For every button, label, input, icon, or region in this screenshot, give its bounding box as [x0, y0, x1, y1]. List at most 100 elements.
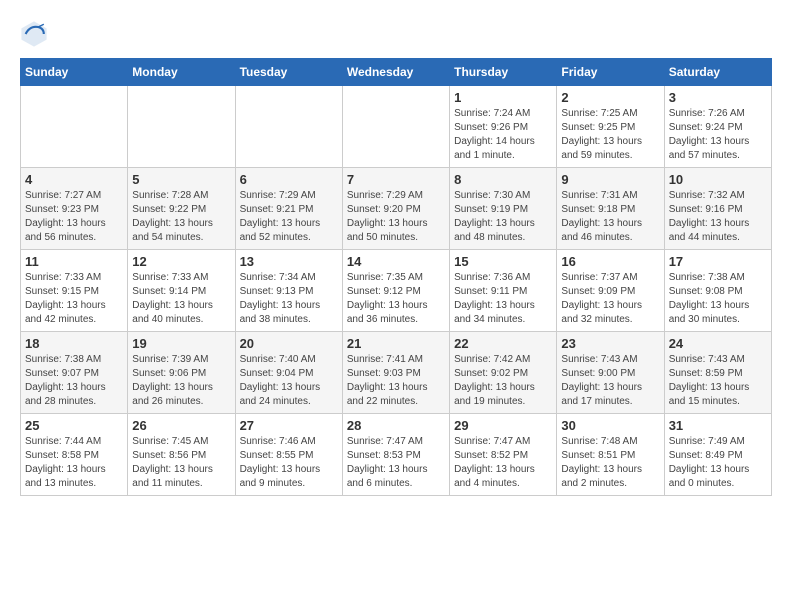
day-info: Sunrise: 7:45 AM Sunset: 8:56 PM Dayligh… [132, 435, 230, 491]
day-info: Sunrise: 7:42 AM Sunset: 9:02 PM Dayligh… [454, 353, 552, 409]
header-day-friday: Friday [557, 59, 664, 86]
logo-icon [20, 20, 48, 48]
page-header [20, 20, 772, 48]
day-info: Sunrise: 7:40 AM Sunset: 9:04 PM Dayligh… [240, 353, 338, 409]
calendar-cell: 10 Sunrise: 7:32 AM Sunset: 9:16 PM Dayli… [664, 168, 771, 250]
calendar-cell: 19 Sunrise: 7:39 AM Sunset: 9:06 PM Dayli… [128, 332, 235, 414]
day-info: Sunrise: 7:34 AM Sunset: 9:13 PM Dayligh… [240, 271, 338, 327]
day-number: 31 [669, 418, 767, 433]
day-number: 26 [132, 418, 230, 433]
day-number: 10 [669, 172, 767, 187]
day-info: Sunrise: 7:26 AM Sunset: 9:24 PM Dayligh… [669, 107, 767, 163]
week-row-4: 18 Sunrise: 7:38 AM Sunset: 9:07 PM Dayli… [21, 332, 772, 414]
day-info: Sunrise: 7:27 AM Sunset: 9:23 PM Dayligh… [25, 189, 123, 245]
calendar-cell: 25 Sunrise: 7:44 AM Sunset: 8:58 PM Dayli… [21, 414, 128, 496]
calendar-cell: 5Sunrise: 7:28 AM Sunset: 9:22 PM Daylig… [128, 168, 235, 250]
day-info: Sunrise: 7:32 AM Sunset: 9:16 PM Dayligh… [669, 189, 767, 245]
calendar-cell: 9Sunrise: 7:31 AM Sunset: 9:18 PM Daylig… [557, 168, 664, 250]
day-number: 19 [132, 336, 230, 351]
calendar-cell: 6 Sunrise: 7:29 AM Sunset: 9:21 PM Daylig… [235, 168, 342, 250]
day-info: Sunrise: 7:44 AM Sunset: 8:58 PM Dayligh… [25, 435, 123, 491]
day-info: Sunrise: 7:37 AM Sunset: 9:09 PM Dayligh… [561, 271, 659, 327]
calendar-cell: 24 Sunrise: 7:43 AM Sunset: 8:59 PM Dayli… [664, 332, 771, 414]
header-day-thursday: Thursday [450, 59, 557, 86]
day-info: Sunrise: 7:46 AM Sunset: 8:55 PM Dayligh… [240, 435, 338, 491]
calendar-cell: 31 Sunrise: 7:49 AM Sunset: 8:49 PM Dayli… [664, 414, 771, 496]
header-day-wednesday: Wednesday [342, 59, 449, 86]
week-row-3: 11 Sunrise: 7:33 AM Sunset: 9:15 PM Dayli… [21, 250, 772, 332]
calendar-cell: 30 Sunrise: 7:48 AM Sunset: 8:51 PM Dayli… [557, 414, 664, 496]
day-number: 7 [347, 172, 445, 187]
calendar-cell: 28Sunrise: 7:47 AM Sunset: 8:53 PM Dayli… [342, 414, 449, 496]
day-info: Sunrise: 7:38 AM Sunset: 9:07 PM Dayligh… [25, 353, 123, 409]
header-day-sunday: Sunday [21, 59, 128, 86]
day-info: Sunrise: 7:47 AM Sunset: 8:53 PM Dayligh… [347, 435, 445, 491]
day-number: 11 [25, 254, 123, 269]
calendar-cell [21, 86, 128, 168]
calendar-cell: 13 Sunrise: 7:34 AM Sunset: 9:13 PM Dayli… [235, 250, 342, 332]
week-row-2: 4 Sunrise: 7:27 AM Sunset: 9:23 PM Daylig… [21, 168, 772, 250]
day-number: 6 [240, 172, 338, 187]
calendar-cell: 18 Sunrise: 7:38 AM Sunset: 9:07 PM Dayli… [21, 332, 128, 414]
day-number: 13 [240, 254, 338, 269]
calendar-cell: 20 Sunrise: 7:40 AM Sunset: 9:04 PM Dayli… [235, 332, 342, 414]
header-day-tuesday: Tuesday [235, 59, 342, 86]
day-number: 17 [669, 254, 767, 269]
day-info: Sunrise: 7:33 AM Sunset: 9:15 PM Dayligh… [25, 271, 123, 327]
day-number: 9 [561, 172, 659, 187]
calendar-cell: 7 Sunrise: 7:29 AM Sunset: 9:20 PM Daylig… [342, 168, 449, 250]
calendar-cell: 12Sunrise: 7:33 AM Sunset: 9:14 PM Dayli… [128, 250, 235, 332]
day-info: Sunrise: 7:30 AM Sunset: 9:19 PM Dayligh… [454, 189, 552, 245]
day-number: 27 [240, 418, 338, 433]
week-row-5: 25 Sunrise: 7:44 AM Sunset: 8:58 PM Dayli… [21, 414, 772, 496]
day-info: Sunrise: 7:24 AM Sunset: 9:26 PM Dayligh… [454, 107, 552, 163]
day-number: 21 [347, 336, 445, 351]
calendar-cell: 15 Sunrise: 7:36 AM Sunset: 9:11 PM Dayli… [450, 250, 557, 332]
header-row: SundayMondayTuesdayWednesdayThursdayFrid… [21, 59, 772, 86]
day-number: 15 [454, 254, 552, 269]
day-info: Sunrise: 7:39 AM Sunset: 9:06 PM Dayligh… [132, 353, 230, 409]
calendar-cell: 29Sunrise: 7:47 AM Sunset: 8:52 PM Dayli… [450, 414, 557, 496]
calendar-table: SundayMondayTuesdayWednesdayThursdayFrid… [20, 58, 772, 496]
day-info: Sunrise: 7:28 AM Sunset: 9:22 PM Dayligh… [132, 189, 230, 245]
calendar-cell: 11 Sunrise: 7:33 AM Sunset: 9:15 PM Dayli… [21, 250, 128, 332]
day-info: Sunrise: 7:29 AM Sunset: 9:20 PM Dayligh… [347, 189, 445, 245]
calendar-cell: 3 Sunrise: 7:26 AM Sunset: 9:24 PM Daylig… [664, 86, 771, 168]
calendar-cell: 27 Sunrise: 7:46 AM Sunset: 8:55 PM Dayli… [235, 414, 342, 496]
header-day-monday: Monday [128, 59, 235, 86]
day-info: Sunrise: 7:38 AM Sunset: 9:08 PM Dayligh… [669, 271, 767, 327]
day-number: 24 [669, 336, 767, 351]
calendar-cell: 23Sunrise: 7:43 AM Sunset: 9:00 PM Dayli… [557, 332, 664, 414]
calendar-cell [342, 86, 449, 168]
day-info: Sunrise: 7:36 AM Sunset: 9:11 PM Dayligh… [454, 271, 552, 327]
day-number: 16 [561, 254, 659, 269]
calendar-cell: 8 Sunrise: 7:30 AM Sunset: 9:19 PM Daylig… [450, 168, 557, 250]
day-number: 20 [240, 336, 338, 351]
day-info: Sunrise: 7:48 AM Sunset: 8:51 PM Dayligh… [561, 435, 659, 491]
day-info: Sunrise: 7:29 AM Sunset: 9:21 PM Dayligh… [240, 189, 338, 245]
day-number: 8 [454, 172, 552, 187]
day-info: Sunrise: 7:49 AM Sunset: 8:49 PM Dayligh… [669, 435, 767, 491]
calendar-body: 1 Sunrise: 7:24 AM Sunset: 9:26 PM Daylig… [21, 86, 772, 496]
day-info: Sunrise: 7:43 AM Sunset: 9:00 PM Dayligh… [561, 353, 659, 409]
day-number: 4 [25, 172, 123, 187]
day-number: 2 [561, 90, 659, 105]
day-number: 18 [25, 336, 123, 351]
day-number: 30 [561, 418, 659, 433]
header-day-saturday: Saturday [664, 59, 771, 86]
calendar-cell: 16 Sunrise: 7:37 AM Sunset: 9:09 PM Dayli… [557, 250, 664, 332]
day-info: Sunrise: 7:25 AM Sunset: 9:25 PM Dayligh… [561, 107, 659, 163]
calendar-cell: 4 Sunrise: 7:27 AM Sunset: 9:23 PM Daylig… [21, 168, 128, 250]
day-number: 29 [454, 418, 552, 433]
week-row-1: 1 Sunrise: 7:24 AM Sunset: 9:26 PM Daylig… [21, 86, 772, 168]
calendar-cell: 14Sunrise: 7:35 AM Sunset: 9:12 PM Dayli… [342, 250, 449, 332]
calendar-cell: 21Sunrise: 7:41 AM Sunset: 9:03 PM Dayli… [342, 332, 449, 414]
day-number: 1 [454, 90, 552, 105]
day-number: 22 [454, 336, 552, 351]
day-info: Sunrise: 7:33 AM Sunset: 9:14 PM Dayligh… [132, 271, 230, 327]
day-number: 14 [347, 254, 445, 269]
logo [20, 20, 52, 48]
day-info: Sunrise: 7:43 AM Sunset: 8:59 PM Dayligh… [669, 353, 767, 409]
day-number: 3 [669, 90, 767, 105]
day-number: 25 [25, 418, 123, 433]
